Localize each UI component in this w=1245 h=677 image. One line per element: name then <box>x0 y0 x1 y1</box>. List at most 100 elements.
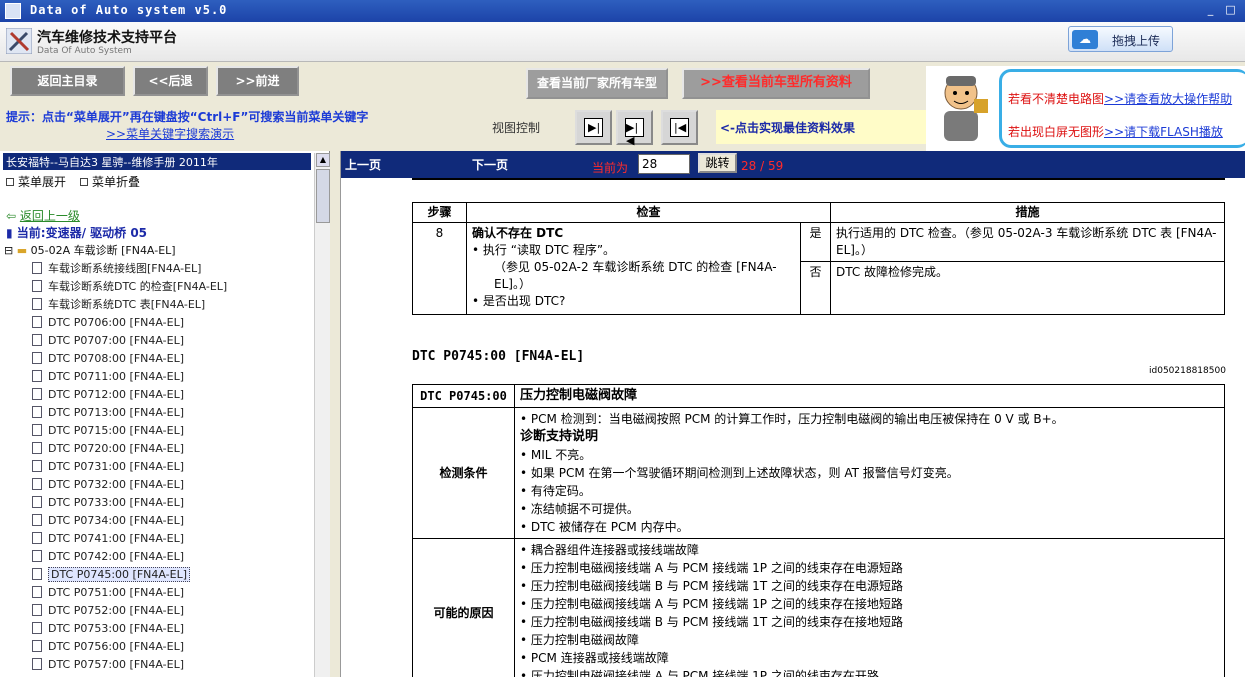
diag-title: 诊断支持说明 <box>520 429 599 444</box>
check-cell: 确认不存在 DTC 执行 “读取 DTC 程序”。 （参见 05-02A-2 车… <box>466 222 801 315</box>
drag-upload-button[interactable]: ☁ 拖拽上传 <box>1068 26 1173 52</box>
main-menu-button[interactable]: 返回主目录 <box>10 66 125 96</box>
view-expand-left-button[interactable]: |◀ <box>661 110 698 145</box>
document-icon <box>32 424 42 436</box>
menu-scrollbar[interactable]: ▲ <box>314 153 330 677</box>
tree-item-label: DTC P0751:00 [FN4A-EL] <box>48 586 185 599</box>
step-table: 步骤 检查 措施 8 确认不存在 DTC 执行 “读取 DTC 程序”。 （参见… <box>412 202 1225 315</box>
expand-box-icon <box>6 178 14 186</box>
best-effect-hint: <-点击实现最佳资料效果 <box>716 110 926 144</box>
go-up-link[interactable]: ⇦ 返回上一级 <box>6 207 80 224</box>
menu-fold-button[interactable]: 菜单折叠 <box>80 173 140 190</box>
page-number-input[interactable] <box>638 154 690 174</box>
detect-cell: PCM 检测到：当电磁阀按照 PCM 的计算工作时，压力控制电磁阀的输出电压被保… <box>514 407 1225 539</box>
document-icon <box>32 370 42 382</box>
go-up-label: 返回上一级 <box>19 209 80 223</box>
current-category: ▮ 当前:变速器/ 驱动桥 05 <box>6 224 147 241</box>
forward-button[interactable]: >>前进 <box>216 66 299 96</box>
zoom-help-link[interactable]: >>请查看放大操作帮助 <box>1104 92 1232 106</box>
menu-expand-button[interactable]: 菜单展开 <box>6 173 66 190</box>
tree-item[interactable]: DTC P0745:00 [FN4A-EL] <box>32 566 227 584</box>
next-page-button[interactable]: 下一页 <box>472 156 508 173</box>
tree-item[interactable]: DTC P0753:00 [FN4A-EL] <box>32 620 227 638</box>
help-ad-panel: 若看不清楚电路图>>请查看放大操作帮助 若出现白屏无图形>>请下载FLASH播放 <box>926 66 1245 151</box>
tree-item[interactable]: DTC P0731:00 [FN4A-EL] <box>32 458 227 476</box>
tree-folder[interactable]: ⊟ ▬ 05-02A 车载诊断 [FN4A-EL] <box>4 242 176 258</box>
menu-fold-label: 菜单折叠 <box>92 175 141 189</box>
tree-item-label: DTC P0707:00 [FN4A-EL] <box>48 334 185 347</box>
model-data-button[interactable]: >>查看当前车型所有资料 <box>682 68 870 99</box>
title-bar: Data of Auto system v5.0 _ □ <box>0 0 1245 22</box>
back-button[interactable]: <<后退 <box>133 66 208 96</box>
tree-item-label: DTC P0741:00 [FN4A-EL] <box>48 532 185 545</box>
upload-label: 拖拽上传 <box>1112 34 1161 48</box>
no-action: DTC 故障检修完成。 <box>830 261 1225 315</box>
tree-item[interactable]: DTC P0733:00 [FN4A-EL] <box>32 494 227 512</box>
tree-item[interactable]: DTC P0741:00 [FN4A-EL] <box>32 530 227 548</box>
tree-item[interactable]: DTC P0732:00 [FN4A-EL] <box>32 476 227 494</box>
tree-item[interactable]: DTC P0712:00 [FN4A-EL] <box>32 386 227 404</box>
check-title: 确认不存在 DTC <box>472 226 564 240</box>
document-icon <box>32 262 42 274</box>
scroll-thumb[interactable] <box>316 169 330 223</box>
cause-list: 耦合器组件连接器或接线端故障压力控制电磁阀接线端 A 与 PCM 接线端 1P … <box>520 541 1219 677</box>
tree-item[interactable]: DTC P0751:00 [FN4A-EL] <box>32 584 227 602</box>
cause-item: 压力控制电磁阀接线端 A 与 PCM 接线端 1P 之间的线束存在接地短路 <box>520 595 1219 613</box>
panel-divider[interactable] <box>331 151 341 677</box>
dtc-description: 压力控制电磁阀故障 <box>514 384 1225 408</box>
detect-bullet: PCM 检测到：当电磁阀按照 PCM 的计算工作时，压力控制电磁阀的输出电压被保… <box>520 410 1219 428</box>
view-expand-right-button[interactable]: ▶| <box>575 110 612 145</box>
check-bullet-1-note: （参见 05-02A-2 车载诊断系统 DTC 的检查 [FN4A-EL]。） <box>494 260 777 291</box>
search-demo-link[interactable]: >>菜单关键字搜索演示 <box>106 125 234 142</box>
maker-models-button[interactable]: 查看当前厂家所有车型 <box>526 68 668 99</box>
maximize-icon[interactable]: □ <box>1222 2 1239 19</box>
app-title: 汽车维修技术支持平台 <box>37 30 177 46</box>
view-split-button[interactable]: ▶|◀ <box>616 110 653 147</box>
dtc-code: DTC P0745:00 <box>412 384 515 408</box>
page-nav-bar: 上一页 下一页 当前为 跳转 28 / 59 <box>341 151 1245 178</box>
dtc-heading: DTC P0745:00 [FN4A-EL] <box>412 349 585 364</box>
tree-item[interactable]: DTC P0734:00 [FN4A-EL] <box>32 512 227 530</box>
tree-item[interactable]: 车载诊断系统DTC 表[FN4A-EL] <box>32 296 227 314</box>
tree-item-label: DTC P0753:00 [FN4A-EL] <box>48 622 185 635</box>
document-icon <box>32 334 42 346</box>
tree-item-label: DTC P0708:00 [FN4A-EL] <box>48 352 185 365</box>
tree-item-label: DTC P0733:00 [FN4A-EL] <box>48 496 185 509</box>
tree-item[interactable]: DTC P0752:00 [FN4A-EL] <box>32 602 227 620</box>
window-controls: _ □ <box>1202 2 1239 19</box>
tree-item[interactable]: DTC P0707:00 [FN4A-EL] <box>32 332 227 350</box>
tree-item[interactable]: DTC P0715:00 [FN4A-EL] <box>32 422 227 440</box>
tree-item[interactable]: DTC P0708:00 [FN4A-EL] <box>32 350 227 368</box>
tree-item[interactable]: DTC P0706:00 [FN4A-EL] <box>32 314 227 332</box>
menu-expand-label: 菜单展开 <box>18 175 67 189</box>
flash-download-link[interactable]: >>请下载FLASH播放 <box>1104 125 1223 139</box>
document-id: id050218818500 <box>1149 366 1226 376</box>
diag-item: 有待定码。 <box>520 482 1219 500</box>
tree-item[interactable]: 车载诊断系统接线图[FN4A-EL] <box>32 260 227 278</box>
tree-item[interactable]: DTC P0720:00 [FN4A-EL] <box>32 440 227 458</box>
tree-item-label: 车载诊断系统DTC 的检查[FN4A-EL] <box>48 280 228 293</box>
tree-item-label: DTC P0742:00 [FN4A-EL] <box>48 550 185 563</box>
tree-item-label: 车载诊断系统DTC 表[FN4A-EL] <box>48 298 206 311</box>
cause-item: 耦合器组件连接器或接线端故障 <box>520 541 1219 559</box>
cloud-upload-icon: ☁ <box>1072 30 1098 49</box>
minimize-icon[interactable]: _ <box>1202 2 1219 19</box>
back-arrow-icon: ⇦ <box>6 209 20 223</box>
arrow-left-bar-icon: |◀ <box>670 118 689 137</box>
tree-item[interactable]: DTC P0756:00 [FN4A-EL] <box>32 638 227 656</box>
step-number: 8 <box>412 222 467 315</box>
jump-button[interactable]: 跳转 <box>698 153 737 173</box>
tree-item[interactable]: DTC P0713:00 [FN4A-EL] <box>32 404 227 422</box>
col-action: 措施 <box>830 202 1225 223</box>
tree-item[interactable]: DTC P0742:00 [FN4A-EL] <box>32 548 227 566</box>
tree-item-label: DTC P0731:00 [FN4A-EL] <box>48 460 185 473</box>
prev-page-button[interactable]: 上一页 <box>345 156 381 173</box>
cause-label: 可能的原因 <box>412 538 515 677</box>
document-icon <box>32 352 42 364</box>
document-icon <box>32 280 42 292</box>
check-bullet-1: 执行 “读取 DTC 程序”。 <box>472 242 795 259</box>
tree-item[interactable]: DTC P0711:00 [FN4A-EL] <box>32 368 227 386</box>
scroll-up-icon[interactable]: ▲ <box>316 153 330 167</box>
tree-item[interactable]: 车载诊断系统DTC 的检查[FN4A-EL] <box>32 278 227 296</box>
tree-item[interactable]: DTC P0757:00 [FN4A-EL] <box>32 656 227 674</box>
